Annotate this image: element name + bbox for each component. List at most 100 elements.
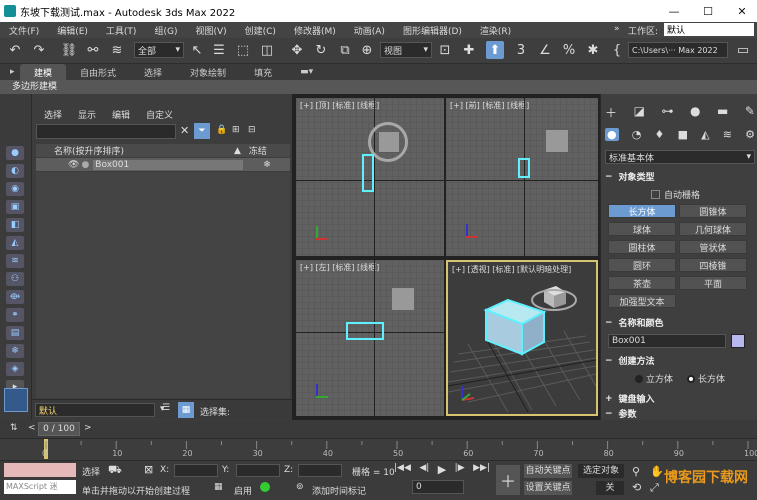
menu-edit[interactable]: 编辑(E)	[48, 24, 97, 37]
object-type-rollout[interactable]: − 对象类型	[605, 170, 753, 184]
primitive-category-dropdown[interactable]: 标准基本体 ▾	[605, 150, 755, 164]
scene-menu-customize[interactable]: 自定义	[146, 108, 173, 121]
frozen-filter-icon[interactable]: ❄	[6, 344, 24, 358]
pivot-center-icon[interactable]: ⊡	[436, 41, 454, 59]
snaps-toggle-icon[interactable]: 3	[512, 41, 530, 59]
menu-create[interactable]: 创建(C)	[236, 24, 285, 37]
viewport-top[interactable]: [+] [顶] [标准] [线框]	[296, 98, 444, 256]
unlink-icon[interactable]: ⚯	[84, 41, 102, 59]
spinner-snap-icon[interactable]: ✱	[584, 41, 602, 59]
keyboard-shortcut-override-icon[interactable]: ⬆	[486, 41, 504, 59]
space-warps-icon[interactable]: ≋	[723, 128, 732, 141]
box001-wireframe[interactable]	[346, 322, 384, 340]
window-crossing-icon[interactable]: ◫	[258, 41, 276, 59]
menu-group[interactable]: 组(G)	[145, 24, 186, 37]
brace-icon[interactable]: {	[608, 41, 626, 59]
menu-views[interactable]: 视图(V)	[186, 24, 235, 37]
primitive-geosphere-button[interactable]: 几何球体	[679, 222, 747, 236]
lock-icon[interactable]: 🔒	[216, 125, 227, 135]
clear-search-icon[interactable]: ✕	[180, 124, 189, 137]
scene-menu-select[interactable]: 选择	[44, 108, 62, 121]
bind-space-warp-icon[interactable]: ≋	[108, 41, 126, 59]
hierarchy-icon[interactable]: ⊞	[232, 125, 240, 135]
column-frozen-header[interactable]: 冻结	[249, 144, 267, 157]
autogrid-checkbox[interactable]	[651, 190, 660, 199]
viewcube[interactable]	[392, 288, 414, 310]
group-filter-icon[interactable]: ⚇	[6, 272, 24, 286]
menu-modifiers[interactable]: 修改器(M)	[285, 24, 345, 37]
light-filter-icon[interactable]: ▣	[6, 200, 24, 214]
frozen-state-icon[interactable]: ❄	[263, 160, 271, 170]
key-mode-dropdown[interactable]: 选定对象	[578, 464, 624, 478]
cube-radio[interactable]	[635, 374, 643, 383]
scene-search-input[interactable]	[36, 124, 176, 139]
next-key-icon[interactable]: |▶	[455, 463, 465, 476]
create-tab-icon[interactable]: ＋	[605, 104, 617, 121]
geometry-filter-icon[interactable]: ◐	[6, 164, 24, 178]
select-by-name-icon[interactable]: ☰	[210, 41, 228, 59]
y-coordinate-field[interactable]	[236, 464, 280, 477]
reference-coordinate-dropdown[interactable]: 视图 ▾	[380, 42, 432, 58]
project-path-field[interactable]: C:\Users\··· Max 2022	[628, 42, 728, 58]
set-key-button[interactable]: 设置关键点	[524, 481, 572, 495]
ribbon-options-icon[interactable]: ▬▾	[286, 64, 327, 80]
geometry-icon[interactable]: ●	[605, 128, 619, 141]
visibility-eye-icon[interactable]: 👁	[68, 160, 79, 170]
select-object-icon[interactable]: ↖	[188, 41, 206, 59]
link-icon[interactable]: ⛓	[60, 41, 78, 59]
helpers-icon[interactable]: ◭	[701, 128, 709, 141]
scale-icon[interactable]: ⧉	[336, 41, 354, 59]
primitive-plane-button[interactable]: 平面	[679, 276, 747, 290]
primitive-pyramid-button[interactable]: 四棱锥	[679, 258, 747, 272]
primitive-torus-button[interactable]: 圆环	[608, 258, 676, 272]
shape-filter-icon[interactable]: ◉	[6, 182, 24, 196]
polygon-modeling-label[interactable]: 多边形建模	[12, 82, 57, 92]
scene-list[interactable]	[36, 172, 290, 398]
tab-modeling[interactable]: 建模	[20, 64, 67, 80]
keyboard-entry-rollout[interactable]: + 键盘输入	[605, 392, 753, 406]
helper-filter-icon[interactable]: ◭	[6, 236, 24, 250]
redo-icon[interactable]: ↷	[30, 41, 48, 59]
primitive-cylinder-button[interactable]: 圆柱体	[608, 240, 676, 254]
workspace-dropdown[interactable]: 默认	[664, 23, 754, 36]
goto-end-icon[interactable]: ▶▶|	[473, 463, 490, 476]
selection-filter-dropdown[interactable]: 全部 ▾	[134, 42, 184, 58]
selection-set-icon[interactable]: ▦	[178, 402, 194, 418]
track-bar[interactable]: 0 10 20 30 40 50 60 70 80 90 100	[0, 438, 757, 460]
scene-menu-edit[interactable]: 编辑	[112, 108, 130, 121]
viewport-left-label[interactable]: [+] [左] [标准] [线框]	[300, 262, 379, 273]
primitive-sphere-button[interactable]: 球体	[608, 222, 676, 236]
utilities-tab-icon[interactable]: ✎	[745, 104, 755, 121]
prev-key-icon[interactable]: ◀|	[419, 463, 429, 476]
zoom-icon[interactable]: ⚲	[632, 465, 640, 478]
hidden-filter-icon[interactable]: ◈	[6, 362, 24, 376]
primitive-box-button[interactable]: 长方体	[608, 204, 676, 218]
bone-filter-icon[interactable]: ⚭	[6, 308, 24, 322]
mini-curve-editor-icon[interactable]: ⇅	[10, 423, 18, 433]
close-button[interactable]: ✕	[726, 0, 757, 22]
folder-icon[interactable]: ▭	[734, 41, 752, 59]
rotate-icon[interactable]: ↻	[312, 41, 330, 59]
next-frame-icon[interactable]: >	[84, 423, 92, 433]
adaptive-degradation-icon[interactable]	[260, 482, 270, 492]
primitive-tube-button[interactable]: 管状体	[679, 240, 747, 254]
viewport-front-label[interactable]: [+] [前] [标准] [线框]	[450, 100, 529, 111]
menu-graph-editors[interactable]: 图形编辑器(D)	[394, 24, 471, 37]
hierarchy-tab-icon[interactable]: ⊶	[661, 104, 673, 121]
primitive-teapot-button[interactable]: 茶壶	[608, 276, 676, 290]
viewport-perspective[interactable]: [+] [透视] [标准] [默认明暗处理]	[446, 260, 598, 416]
layer-dropdown[interactable]: 默认	[35, 403, 155, 417]
modify-tab-icon[interactable]: ◪	[634, 104, 645, 121]
viewcube[interactable]	[379, 132, 399, 152]
display-all-icon[interactable]: ●	[6, 146, 24, 160]
play-icon[interactable]: ▶	[438, 463, 446, 476]
object-name-field[interactable]: Box001	[608, 334, 726, 348]
tab-selection[interactable]: 选择	[130, 64, 176, 80]
maximize-viewport-icon[interactable]: ⤢	[650, 481, 659, 495]
scene-menu-display[interactable]: 显示	[78, 108, 96, 121]
name-color-rollout[interactable]: − 名称和颜色	[605, 316, 753, 330]
add-time-tag-icon[interactable]: ⊚	[296, 482, 304, 492]
prev-frame-icon[interactable]: <	[28, 423, 36, 433]
motion-tab-icon[interactable]: ●	[690, 104, 700, 121]
primitive-cone-button[interactable]: 圆锥体	[679, 204, 747, 218]
